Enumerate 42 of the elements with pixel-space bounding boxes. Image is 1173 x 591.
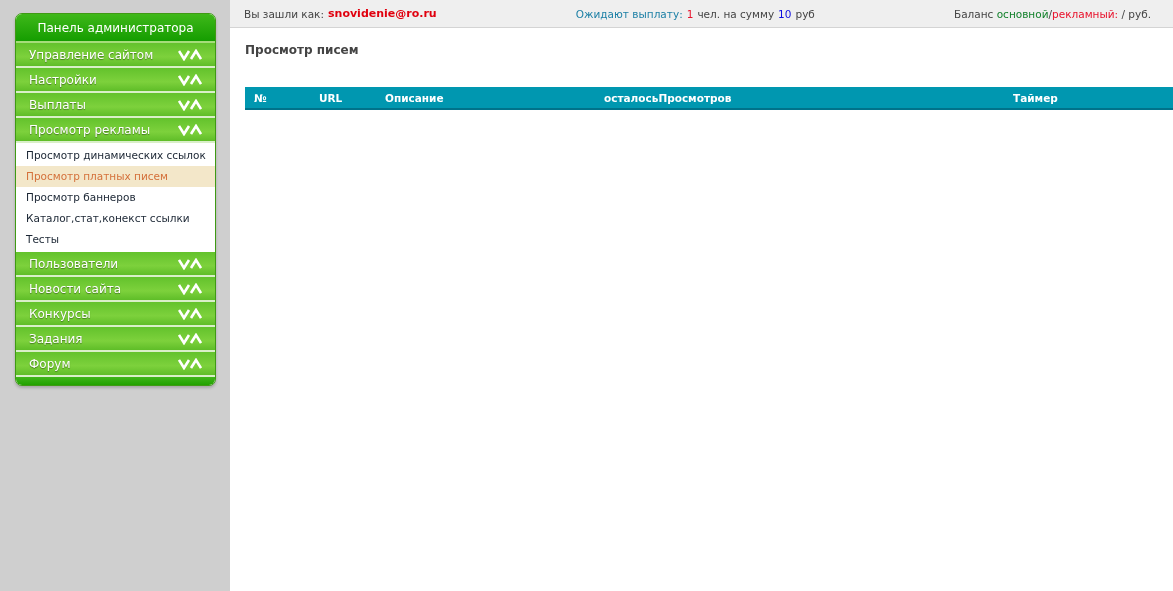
column-header: URL bbox=[319, 91, 344, 104]
payout-count: 1 bbox=[686, 7, 694, 20]
column-header: Описание bbox=[385, 91, 445, 104]
chevron-icon bbox=[178, 123, 202, 136]
menu-item[interactable]: Тесты bbox=[16, 229, 215, 250]
chevron-icon bbox=[178, 332, 202, 345]
menu-item[interactable]: Просмотр баннеров bbox=[16, 187, 215, 208]
payout-sum: 10 bbox=[778, 7, 792, 20]
menu-section[interactable]: Пользователи bbox=[16, 252, 215, 277]
menu-section[interactable]: Задания bbox=[16, 327, 215, 352]
login-label: Вы зашли как: bbox=[244, 7, 324, 20]
chevron-icon bbox=[178, 257, 202, 270]
column-header: осталосьПросмотров bbox=[604, 91, 733, 104]
menu-item[interactable]: Каталог,стат,конекст ссылки bbox=[16, 208, 215, 229]
payout-label: Ожидают выплату: bbox=[575, 7, 683, 20]
chevron-icon bbox=[178, 357, 202, 370]
balance-main: основной bbox=[996, 7, 1049, 20]
payout-text: чел. на сумму bbox=[697, 7, 775, 20]
column-header: № bbox=[254, 91, 268, 104]
chevron-icon bbox=[178, 98, 202, 111]
chevron-icon bbox=[178, 48, 202, 61]
menu-section[interactable]: Новости сайта bbox=[16, 277, 215, 302]
balance-separator: / bbox=[1048, 7, 1053, 20]
menu-section[interactable]: Настройки bbox=[16, 68, 215, 93]
chevron-icon bbox=[178, 73, 202, 86]
menu-section[interactable]: Форум bbox=[16, 352, 215, 377]
menu-section[interactable]: Конкурсы bbox=[16, 302, 215, 327]
column-header: Таймер bbox=[1013, 91, 1059, 104]
balance-value: / руб. bbox=[1121, 7, 1151, 20]
chevron-icon bbox=[178, 307, 202, 320]
balance-ad: рекламный: bbox=[1052, 7, 1120, 20]
payout-unit: руб bbox=[795, 7, 815, 20]
chevron-icon bbox=[178, 282, 202, 295]
menu-item[interactable]: Просмотр платных писем bbox=[16, 166, 215, 187]
balance-label: Баланс bbox=[953, 7, 995, 20]
login-value: snovidenie@ro.ru bbox=[328, 7, 437, 20]
menu-section[interactable]: Управление сайтом bbox=[16, 43, 215, 68]
page-title: Просмотр писем bbox=[245, 43, 360, 57]
sidebar-title: Панель администратора bbox=[16, 14, 215, 43]
menu-item[interactable]: Просмотр динамических ссылок bbox=[16, 145, 215, 166]
menu-section[interactable]: Просмотр рекламы bbox=[16, 118, 215, 143]
menu-section[interactable]: Выплаты bbox=[16, 93, 215, 118]
